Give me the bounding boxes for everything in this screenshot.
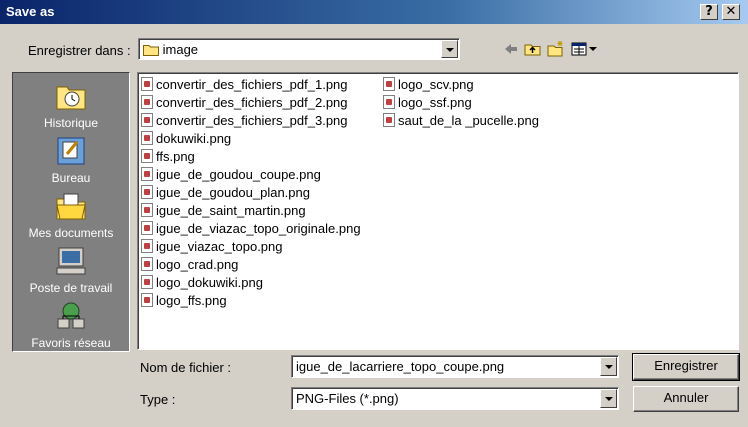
list-item[interactable]: logo_ssf.png	[383, 94, 472, 112]
list-item[interactable]: saut_de_la _pucelle.png	[383, 112, 539, 130]
list-item[interactable]: convertir_des_fichiers_pdf_1.png	[141, 76, 348, 94]
filename-input[interactable]: igue_de_lacarriere_topo_coupe.png	[291, 355, 619, 378]
png-file-icon	[141, 203, 153, 217]
location-value: image	[162, 42, 199, 57]
up-folder-icon[interactable]	[524, 40, 542, 58]
png-file-icon	[383, 95, 395, 109]
chevron-down-icon[interactable]	[600, 357, 617, 376]
back-arrow-icon[interactable]	[503, 40, 519, 58]
title-bar[interactable]: Save as ? ✕	[0, 0, 748, 24]
list-item[interactable]: convertir_des_fichiers_pdf_3.png	[141, 112, 348, 130]
place-label: Poste de travail	[29, 281, 113, 295]
list-item[interactable]: logo_crad.png	[141, 256, 238, 274]
location-combo[interactable]: image	[138, 38, 460, 60]
filetype-label: Type :	[140, 392, 176, 407]
png-file-icon	[141, 95, 153, 109]
my-documents-icon	[56, 193, 86, 220]
place-favoris-reseau[interactable]: Favoris réseau	[13, 301, 129, 350]
desktop-icon	[57, 137, 85, 165]
png-file-icon	[141, 257, 153, 271]
new-folder-icon[interactable]	[547, 40, 565, 58]
list-item[interactable]: igue_de_goudou_coupe.png	[141, 166, 321, 184]
png-file-icon	[141, 167, 153, 181]
place-bureau[interactable]: Bureau	[13, 136, 129, 185]
filetype-value: PNG-Files (*.png)	[296, 391, 399, 406]
list-item[interactable]: ffs.png	[141, 148, 195, 166]
list-item[interactable]: igue_de_viazac_topo_originale.png	[141, 220, 361, 238]
help-button[interactable]: ?	[700, 4, 718, 20]
computer-icon	[56, 247, 86, 275]
save-as-dialog: Save as ? ✕ Enregistrer dans : image His…	[0, 0, 748, 427]
close-button[interactable]: ✕	[722, 4, 740, 20]
png-file-icon	[141, 293, 153, 307]
place-label: Historique	[43, 116, 99, 130]
png-file-icon	[141, 275, 153, 289]
png-file-icon	[383, 77, 395, 91]
filetype-select[interactable]: PNG-Files (*.png)	[291, 387, 619, 410]
png-file-icon	[141, 131, 153, 145]
filename-value[interactable]: igue_de_lacarriere_topo_coupe.png	[296, 359, 504, 374]
png-file-icon	[141, 185, 153, 199]
save-button[interactable]: Enregistrer	[632, 353, 740, 381]
png-file-icon	[141, 221, 153, 235]
png-file-icon	[383, 113, 395, 127]
list-item[interactable]: convertir_des_fichiers_pdf_2.png	[141, 94, 348, 112]
chevron-down-icon[interactable]	[441, 40, 458, 58]
cancel-button[interactable]: Annuler	[633, 386, 739, 412]
list-item[interactable]: igue_viazac_topo.png	[141, 238, 283, 256]
network-icon	[57, 302, 85, 329]
place-poste-de-travail[interactable]: Poste de travail	[13, 246, 129, 295]
view-menu-icon[interactable]	[571, 40, 599, 58]
history-icon	[56, 86, 86, 110]
png-file-icon	[141, 77, 153, 91]
place-label: Bureau	[51, 171, 91, 185]
file-list[interactable]: convertir_des_fichiers_pdf_1.png convert…	[137, 72, 739, 350]
list-item[interactable]: igue_de_saint_martin.png	[141, 202, 306, 220]
places-bar: Historique Bureau Mes documents Poste de…	[12, 72, 130, 352]
place-mes-documents[interactable]: Mes documents	[13, 191, 129, 240]
place-historique[interactable]: Historique	[13, 81, 129, 130]
list-item[interactable]: igue_de_goudou_plan.png	[141, 184, 310, 202]
location-label: Enregistrer dans :	[28, 43, 131, 58]
list-item[interactable]: logo_scv.png	[383, 76, 474, 94]
list-item[interactable]: logo_ffs.png	[141, 292, 227, 310]
window-title: Save as	[6, 4, 55, 19]
place-label: Favoris réseau	[31, 336, 111, 350]
place-label: Mes documents	[28, 226, 114, 240]
list-item[interactable]: dokuwiki.png	[141, 130, 231, 148]
png-file-icon	[141, 149, 153, 163]
list-item[interactable]: logo_dokuwiki.png	[141, 274, 263, 292]
png-file-icon	[141, 239, 153, 253]
folder-icon	[143, 45, 159, 56]
chevron-down-icon[interactable]	[600, 389, 617, 408]
png-file-icon	[141, 113, 153, 127]
filename-label: Nom de fichier :	[140, 360, 232, 375]
